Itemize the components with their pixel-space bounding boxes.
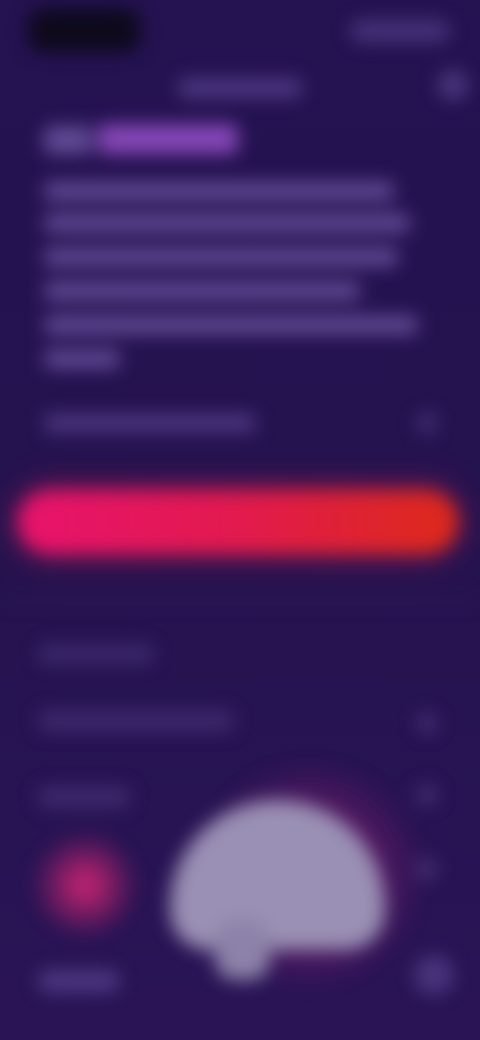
chevron-right-icon[interactable] [416,412,438,434]
close-icon[interactable] [438,70,468,100]
section-divider [0,600,480,602]
paragraph-line-5 [44,316,418,334]
paragraph-line-4 [44,282,360,300]
chevron-right-icon[interactable] [416,784,438,806]
header-title [178,78,302,98]
paragraph-line-1 [44,182,394,200]
heading-prefix [44,126,92,154]
more-info-link[interactable] [44,414,256,432]
list-item-1[interactable] [38,710,234,732]
paragraph-line-2 [44,214,410,232]
footer-label[interactable] [38,970,120,992]
app-screen [0,0,480,1040]
section-heading [38,644,154,664]
status-bar-indicators [350,20,450,42]
primary-cta-button[interactable] [18,490,458,554]
list-item-2[interactable] [38,786,130,808]
menu-icon[interactable] [414,955,454,995]
heading-title [98,124,238,154]
chevron-right-icon[interactable] [416,712,438,734]
illustration-accent [30,830,140,940]
paragraph-line-6 [44,350,120,368]
blurred-content [0,0,480,1040]
paragraph-line-3 [44,248,398,266]
illustration-stem [215,920,270,980]
status-bar-time [28,8,140,52]
